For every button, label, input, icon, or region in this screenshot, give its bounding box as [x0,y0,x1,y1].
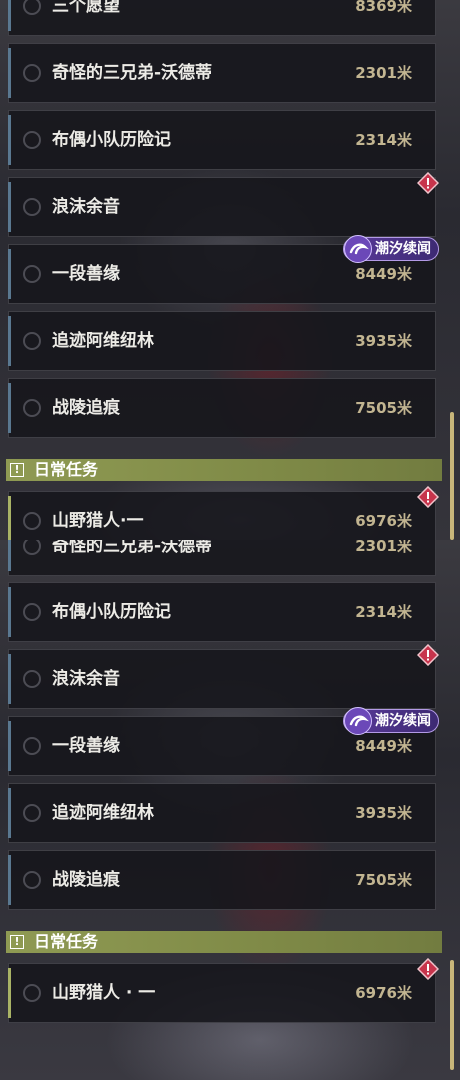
quest-distance: 3935米 [355,804,412,822]
tag-label: 潮汐续闻 [375,713,431,729]
row-accent-bar [8,721,11,771]
quest-track-circle-icon[interactable] [23,603,41,621]
row-accent-bar [8,654,11,704]
quest-distance: 8369米 [355,0,412,15]
quest-distance: 7505米 [355,871,412,889]
quest-distance: 7505米 [355,399,412,417]
quest-track-circle-icon[interactable] [23,670,41,688]
row-accent-bar [8,855,11,905]
row-accent-bar [8,383,11,433]
row-accent-bar [8,48,11,98]
quest-name: 山野猎人 · 一 [52,983,156,1003]
quest-track-circle-icon[interactable] [23,804,41,822]
quest-row[interactable]: 布偶小队历险记 2314米 [8,582,436,642]
section-title: 日常任务 [34,932,99,951]
quest-name: 奇怪的三兄弟-沃德蒂 [52,540,213,556]
alert-diamond-icon [417,644,439,666]
quest-name: 一段善缘 [52,264,120,284]
quest-name: 布偶小队历险记 [52,130,171,150]
quest-list-panel-bottom: 奇怪的三兄弟-沃德蒂 2301米 布偶小队历险记 2314米 浪沫余音 一段善缘… [0,540,460,1080]
quest-row[interactable]: 追迹阿维纽林 3935米 [8,311,436,371]
row-accent-bar [8,182,11,232]
quest-row[interactable]: 追迹阿维纽林 3935米 [8,783,436,843]
quest-row[interactable]: 浪沫余音 [8,649,436,709]
quest-distance: 6976米 [355,984,412,1002]
quest-track-circle-icon[interactable] [23,131,41,149]
quest-name: 战陵追痕 [52,870,120,890]
section-header-daily: ! 日常任务 [6,931,442,953]
quest-name: 山野猎人·一 [52,511,144,531]
wave-swirl-icon [344,707,372,735]
quest-track-circle-icon[interactable] [23,64,41,82]
quest-track-circle-icon[interactable] [23,265,41,283]
scrollbar-thumb[interactable] [450,412,454,540]
row-accent-bar [8,587,11,637]
quest-distance: 2314米 [355,603,412,621]
quest-name: 布偶小队历险记 [52,602,171,622]
quest-name: 奇怪的三兄弟-沃德蒂 [52,63,213,83]
quest-row-daily[interactable]: 山野猎人·一 6976米 [8,491,436,540]
alert-diamond-icon [417,172,439,194]
quest-list-panel-top: 三个愿望 8369米 奇怪的三兄弟-沃德蒂 2301米 布偶小队历险记 2314… [0,0,460,540]
quest-track-circle-icon[interactable] [23,512,41,530]
quest-row[interactable]: 战陵追痕 7505米 [8,378,436,438]
quest-name: 一段善缘 [52,736,120,756]
exclamation-box-icon: ! [10,935,24,949]
tidal-tag-badge: 潮汐续闻 [343,707,439,735]
row-accent-bar [8,496,11,540]
row-accent-bar [8,788,11,838]
quest-distance: 6976米 [355,512,412,530]
row-accent-bar [8,115,11,165]
quest-name: 追迹阿维纽林 [52,331,154,351]
quest-name: 三个愿望 [52,0,120,16]
quest-row[interactable]: 奇怪的三兄弟-沃德蒂 2301米 [8,540,436,576]
alert-diamond-icon [417,486,439,508]
row-accent-bar [8,0,11,31]
quest-distance: 3935米 [355,332,412,350]
row-accent-bar [8,249,11,299]
quest-row[interactable]: 布偶小队历险记 2314米 [8,110,436,170]
section-header-daily: ! 日常任务 [6,459,442,481]
quest-track-circle-icon[interactable] [23,737,41,755]
quest-track-circle-icon[interactable] [23,984,41,1002]
quest-distance: 2314米 [355,131,412,149]
quest-track-circle-icon[interactable] [23,332,41,350]
quest-distance: 2301米 [355,540,412,555]
tag-label: 潮汐续闻 [375,241,431,257]
row-accent-bar [8,540,11,571]
quest-row[interactable]: 奇怪的三兄弟-沃德蒂 2301米 [8,43,436,103]
row-accent-bar [8,968,11,1018]
alert-diamond-icon [417,958,439,980]
quest-name: 浪沫余音 [52,197,120,217]
quest-name: 追迹阿维纽林 [52,803,154,823]
quest-row[interactable]: 三个愿望 8369米 [8,0,436,36]
quest-track-circle-icon[interactable] [23,198,41,216]
quest-distance: 2301米 [355,64,412,82]
exclamation-box-icon: ! [10,463,24,477]
quest-row[interactable]: 浪沫余音 [8,177,436,237]
quest-track-circle-icon[interactable] [23,871,41,889]
scrollbar-thumb[interactable] [450,960,454,1070]
wave-swirl-icon [344,235,372,263]
section-title: 日常任务 [34,460,99,479]
row-accent-bar [8,316,11,366]
quest-row[interactable]: 战陵追痕 7505米 [8,850,436,910]
quest-track-circle-icon[interactable] [23,0,41,15]
tidal-tag-badge: 潮汐续闻 [343,235,439,263]
quest-track-circle-icon[interactable] [23,540,41,555]
quest-row-daily[interactable]: 山野猎人 · 一 6976米 [8,963,436,1023]
quest-name: 浪沫余音 [52,669,120,689]
quest-name: 战陵追痕 [52,398,120,418]
quest-track-circle-icon[interactable] [23,399,41,417]
